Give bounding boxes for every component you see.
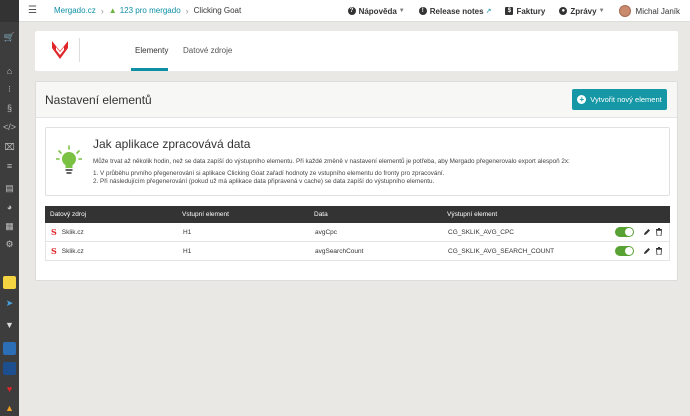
page-title: Nastavení elementů — [45, 93, 152, 107]
help-label: Nápověda — [358, 6, 397, 16]
edit-pencil-icon[interactable] — [642, 228, 651, 237]
user-menu[interactable]: Michal Janík — [618, 5, 680, 17]
external-link-icon: ↗ — [485, 8, 492, 15]
grid-icon[interactable]: ▦ — [4, 221, 15, 232]
chart-icon[interactable]: ▤ — [4, 183, 15, 194]
breadcrumb-mergado[interactable]: Mergado.cz — [54, 6, 96, 15]
app-download-icon[interactable] — [3, 276, 16, 289]
breadcrumb: Mergado.cz › ▲ 123 pro mergado › Clickin… — [54, 6, 241, 16]
chevron-down-icon: ▼ — [598, 8, 605, 14]
source-cell: S Sklik.cz — [51, 227, 84, 237]
active-tab-indicator — [131, 68, 168, 71]
dollar-icon[interactable]: § — [4, 103, 15, 114]
info-step: 1. V průběhu prvního přegenerování si ap… — [93, 170, 445, 177]
invoice-icon: $ — [505, 7, 514, 15]
tab-elements[interactable]: Elementy — [135, 46, 168, 55]
tab-data-sources[interactable]: Datové zdroje — [183, 46, 232, 55]
release-notes-label: Release notes — [429, 6, 484, 16]
lightbulb-icon — [56, 145, 82, 174]
trash-icon[interactable] — [654, 247, 663, 256]
enabled-toggle[interactable] — [615, 246, 634, 256]
app-feather-icon[interactable]: ➤ — [4, 298, 15, 309]
sklik-icon: S — [51, 246, 57, 256]
home-icon[interactable]: ⌂ — [4, 66, 15, 77]
help-icon: ? — [347, 7, 356, 15]
source-cell: S Sklik.cz — [51, 246, 84, 256]
sklik-icon: S — [51, 227, 57, 237]
app-shield-icon[interactable]: ▼ — [4, 320, 15, 331]
app-window-icon[interactable] — [3, 362, 16, 375]
messages-menu[interactable]: ● Zprávy ▼ — [559, 6, 605, 16]
code-icon[interactable]: </> — [3, 122, 16, 133]
info-text: Může trvat až několik hodin, než se data… — [93, 158, 570, 165]
avatar — [618, 5, 631, 17]
help-menu[interactable]: ? Nápověda ▼ — [347, 6, 405, 16]
breadcrumb-shop[interactable]: 123 pro mergado — [120, 6, 181, 15]
app-clicking-goat-icon[interactable]: ♥ — [4, 384, 15, 395]
app-browser-icon[interactable] — [3, 342, 16, 355]
left-sidebar: 🛒 ⌂ ⁝ § </> ⌧ ≡ ▤ ◕ ▦ ⚙ ➤ ▼ ♥ ▲ — [0, 0, 19, 416]
dashboard-icon[interactable]: ◕ — [4, 202, 15, 213]
table-header: Datový zdroj Vstupní element Data Výstup… — [45, 206, 670, 223]
output-element-cell: CG_SKLIK_AVG_CPC — [448, 228, 514, 236]
data-cell: avgCpc — [315, 228, 338, 236]
list-icon[interactable]: ≡ — [4, 161, 15, 172]
leaf-icon: ▲ — [108, 6, 117, 15]
messages-label: Zprávy — [570, 6, 597, 16]
menu-toggle-icon[interactable]: ☰ — [28, 5, 42, 16]
bell-icon: ● — [559, 7, 568, 15]
row-actions — [615, 227, 663, 237]
breadcrumb-app: Clicking Goat — [193, 6, 242, 15]
top-bar: ☰ Mergado.cz › ▲ 123 pro mergado › Click… — [19, 0, 690, 22]
column-header: Výstupní element — [447, 211, 498, 218]
card-header: Nastavení elementů + Vytvořit nový eleme… — [36, 82, 677, 118]
column-header: Data — [314, 211, 328, 218]
logo-divider — [79, 38, 80, 62]
source-name: Sklik.cz — [61, 228, 84, 236]
breadcrumb-separator-icon: › — [100, 5, 104, 16]
input-element-cell: H1 — [183, 228, 192, 236]
input-element-cell: H1 — [183, 247, 192, 255]
create-element-label: Vytvořit nový element — [590, 95, 662, 104]
breadcrumb-separator-icon: › — [185, 5, 189, 16]
app-header-card: Elementy Datové zdroje — [35, 31, 678, 71]
info-title: Jak aplikace zpracovává data — [93, 137, 251, 151]
info-box: Jak aplikace zpracovává data Může trvat … — [45, 127, 670, 196]
output-element-cell: CG_SKLIK_AVG_SEARCH_COUNT — [448, 247, 555, 255]
row-actions — [615, 246, 663, 256]
sidebar-top — [0, 0, 19, 22]
gear-icon[interactable]: ⚙ — [4, 239, 15, 250]
clicking-goat-logo-icon — [52, 41, 68, 59]
sitemap-icon[interactable]: ⁝ — [4, 84, 15, 95]
user-name: Michal Janík — [635, 6, 680, 16]
trash-icon[interactable] — [654, 228, 663, 237]
table-row: S Sklik.cz H1 avgSearchCount CG_SKLIK_AV… — [45, 242, 670, 261]
enabled-toggle[interactable] — [615, 227, 634, 237]
info-step: 2. Při následujícím přegenerování (pokud… — [93, 178, 435, 185]
release-notes-link[interactable]: ! Release notes ↗ — [418, 6, 492, 16]
cart-icon[interactable]: 🛒 — [4, 32, 15, 43]
elements-table: Datový zdroj Vstupní element Data Výstup… — [45, 206, 670, 261]
column-header: Vstupní element — [182, 211, 229, 218]
app-more-icon[interactable]: ▲ — [4, 403, 15, 414]
chevron-down-icon: ▼ — [398, 8, 405, 14]
plus-icon: + — [577, 95, 587, 104]
table-row: S Sklik.cz H1 avgCpc CG_SKLIK_AVG_CPC — [45, 223, 670, 242]
elements-settings-card: Nastavení elementů + Vytvořit nový eleme… — [35, 81, 678, 281]
data-cell: avgSearchCount — [315, 247, 364, 255]
close-box-icon[interactable]: ⌧ — [4, 142, 15, 153]
top-right-menu: ? Nápověda ▼ ! Release notes ↗ $ Faktury… — [347, 0, 690, 22]
source-name: Sklik.cz — [61, 247, 84, 255]
megaphone-icon: ! — [418, 7, 427, 15]
edit-pencil-icon[interactable] — [642, 247, 651, 256]
info-steps: 1. V průběhu prvního přegenerování si ap… — [93, 170, 444, 186]
column-header: Datový zdroj — [50, 211, 87, 218]
create-element-button[interactable]: + Vytvořit nový element — [572, 89, 667, 110]
invoices-label: Faktury — [516, 6, 546, 16]
invoices-link[interactable]: $ Faktury — [505, 7, 545, 16]
